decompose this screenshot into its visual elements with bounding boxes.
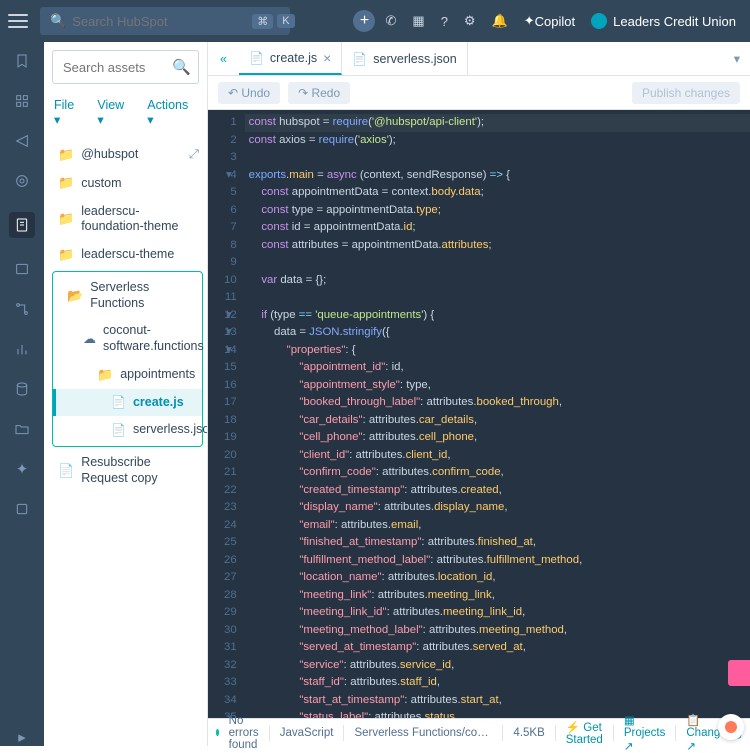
tree-resubscribe[interactable]: 📄Resubscribe Request copy (44, 449, 207, 492)
search-input[interactable] (72, 14, 248, 29)
folder-icon: 📁 (58, 175, 74, 191)
tree-foundation[interactable]: 📁leaderscu-foundation-theme (44, 198, 207, 241)
file-icon: 📄 (111, 423, 126, 438)
close-tab-icon[interactable]: × (323, 50, 331, 66)
line-gutter: 123▾4567891011▾12▾13▾1415161718192021222… (208, 110, 245, 718)
folder-icon[interactable] (13, 420, 31, 438)
vertical-nav: ✦ ▸ (0, 42, 44, 746)
tree-appointments[interactable]: 📁appointments (53, 361, 202, 389)
status-bar: No errors found JavaScript Serverless Fu… (208, 718, 750, 746)
tree-custom[interactable]: 📁custom (44, 169, 207, 197)
reporting-icon[interactable] (13, 340, 31, 358)
content-icon[interactable] (9, 212, 35, 238)
action-bar: ↶ Undo ↷ Redo Publish changes (208, 76, 750, 110)
marketing-icon[interactable] (13, 132, 31, 150)
bookmark-icon[interactable] (13, 52, 31, 70)
asset-search[interactable]: 🔍 (52, 50, 199, 84)
undo-button[interactable]: ↶ Undo (218, 82, 280, 104)
sidebar-menus: File ▾ View ▾ Actions ▾ (44, 92, 207, 137)
hamburger-icon[interactable] (8, 14, 28, 28)
folder-icon: 📁 (97, 367, 113, 383)
tree-coconut[interactable]: ☁coconut-software.functions (53, 317, 202, 360)
topbar: 🔍 ⌘ K + ✆ ▦ ? ⚙ 🔔 ✦ Copilot Leaders Cred… (0, 0, 750, 42)
tab-overflow-button[interactable]: ▾ (724, 51, 750, 66)
folder-icon: 📁 (58, 211, 74, 227)
settings-icon[interactable]: ⚙ (458, 9, 482, 33)
folder-icon: 📁 (58, 147, 74, 163)
get-started-link[interactable]: ⚡ Get Started (566, 720, 603, 746)
file-icon: 📄 (58, 463, 74, 479)
publish-button[interactable]: Publish changes (632, 82, 740, 104)
code-content[interactable]: const hubspot = require('@hubspot/api-cl… (245, 110, 750, 718)
notifications-icon[interactable]: 🔔 (486, 9, 514, 33)
data-icon[interactable] (13, 380, 31, 398)
org-switcher[interactable]: Leaders Credit Union (585, 9, 742, 33)
tab-bar: « 📄create.js× 📄serverless.json ▾ (208, 42, 750, 76)
tab-serverlessjson[interactable]: 📄serverless.json (342, 42, 467, 75)
error-status[interactable]: No errors found (229, 715, 259, 751)
code-editor[interactable]: 123▾4567891011▾12▾13▾1415161718192021222… (208, 110, 750, 718)
hubspot-badge-icon[interactable] (718, 714, 744, 740)
kbd-k: K (277, 14, 294, 28)
folder-icon: 📁 (58, 247, 74, 263)
crm-icon[interactable] (13, 92, 31, 110)
main-editor: « 📄create.js× 📄serverless.json ▾ ↶ Undo … (208, 42, 750, 746)
file-icon: 📄 (111, 395, 126, 410)
library-icon[interactable] (13, 260, 31, 278)
redo-button[interactable]: ↷ Redo (288, 82, 350, 104)
automation-icon[interactable] (13, 300, 31, 318)
language-label: JavaScript (280, 727, 334, 739)
tree-serverless[interactable]: 📂Serverless Functions (53, 274, 202, 317)
commerce-icon[interactable] (13, 500, 31, 518)
sales-icon[interactable] (13, 172, 31, 190)
highlighted-tree-section: 📂Serverless Functions ☁coconut-software.… (52, 271, 203, 447)
phone-icon[interactable]: ✆ (379, 9, 402, 33)
tab-createjs[interactable]: 📄create.js× (239, 42, 342, 75)
projects-link[interactable]: ▦ Projects ↗ (624, 713, 666, 753)
actions-menu[interactable]: Actions ▾ (147, 98, 197, 127)
file-menu[interactable]: File ▾ (54, 98, 83, 127)
file-size: 4.5KB (513, 727, 544, 739)
file-icon: 📄 (352, 52, 367, 66)
kbd-cmd: ⌘ (252, 14, 273, 29)
org-icon (591, 13, 607, 29)
status-dot-icon (216, 729, 219, 736)
file-icon: 📄 (249, 51, 264, 65)
expand-nav-icon[interactable]: ▸ (13, 728, 31, 746)
help-icon[interactable]: ? (435, 10, 454, 33)
collapse-sidebar-button[interactable]: « (208, 52, 239, 66)
copilot-button[interactable]: ✦ Copilot (518, 9, 581, 33)
tree-createjs[interactable]: 📄create.js (53, 389, 202, 417)
collapse-icon[interactable]: ⤢ (189, 147, 199, 163)
asset-sidebar: 🔍 File ▾ View ▾ Actions ▾ 📁@hubspot⤢ 📁cu… (44, 42, 208, 746)
search-icon: 🔍 (50, 13, 66, 29)
marketplace-icon[interactable]: ▦ (406, 9, 430, 33)
file-path: Serverless Functions/coconut-software.fu… (354, 727, 492, 739)
folder-open-icon: 📂 (67, 288, 83, 304)
feedback-flag[interactable] (728, 660, 750, 686)
search-icon[interactable]: 🔍 (172, 58, 191, 76)
global-search[interactable]: 🔍 ⌘ K (40, 7, 290, 35)
create-button[interactable]: + (353, 10, 375, 32)
tree-serverlessjson[interactable]: 📄serverless.json (53, 416, 202, 444)
tree-hubspot[interactable]: 📁@hubspot⤢ (44, 141, 207, 169)
cloud-icon: ☁ (83, 331, 96, 347)
tree-theme[interactable]: 📁leaderscu-theme (44, 241, 207, 269)
file-tree: 📁@hubspot⤢ 📁custom 📁leaderscu-foundation… (44, 137, 207, 746)
ai-icon[interactable]: ✦ (13, 460, 31, 478)
view-menu[interactable]: View ▾ (97, 98, 133, 127)
